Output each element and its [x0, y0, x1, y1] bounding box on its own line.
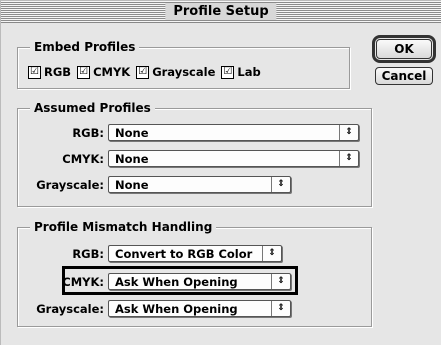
mismatch-rgb-label: RGB:: [72, 246, 104, 261]
popup-arrows-icon: ⇕: [271, 177, 290, 192]
popup-arrows-icon: ⇕: [271, 301, 290, 316]
mismatch-grayscale-row: Grayscale: Ask When Opening ⇕: [24, 300, 291, 317]
checkbox-checked-icon: ☑: [77, 65, 91, 79]
embed-lab-checkbox[interactable]: ☑ Lab: [221, 65, 261, 79]
embed-cmyk-checkbox[interactable]: ☑ CMYK: [77, 65, 130, 79]
profile-setup-dialog: Profile Setup Embed Profiles ☑ RGB ☑ CMYK …: [0, 0, 441, 345]
embed-profiles-group: Embed Profiles ☑ RGB ☑ CMYK ☑ Grayscale ☑ La…: [17, 39, 350, 89]
assumed-rgb-label: RGB:: [72, 125, 104, 140]
assumed-profiles-group: Assumed Profiles RGB: None ⇕ CMYK: None …: [17, 100, 372, 207]
assumed-cmyk-popup[interactable]: None ⇕: [108, 150, 359, 167]
checkbox-checked-icon: ☑: [136, 65, 150, 79]
assumed-grayscale-row: Grayscale: None ⇕: [24, 176, 291, 193]
mismatch-grayscale-popup[interactable]: Ask When Opening ⇕: [108, 300, 291, 317]
mismatch-rgb-row: RGB: Convert to RGB Color ⇕: [24, 245, 282, 262]
popup-arrows-icon: ⇕: [339, 125, 358, 140]
mismatch-handling-label: Profile Mismatch Handling: [30, 219, 217, 235]
assumed-grayscale-popup[interactable]: None ⇕: [108, 176, 291, 193]
assumed-grayscale-label: Grayscale:: [36, 177, 104, 192]
assumed-cmyk-row: CMYK: None ⇕: [24, 150, 359, 167]
mismatch-grayscale-label: Grayscale:: [36, 301, 104, 316]
title-bar[interactable]: Profile Setup: [1, 1, 441, 23]
ok-button[interactable]: OK: [372, 35, 436, 63]
mismatch-rgb-popup[interactable]: Convert to RGB Color ⇕: [108, 245, 282, 262]
assumed-rgb-popup[interactable]: None ⇕: [108, 124, 359, 141]
highlight-callout-box: [62, 266, 298, 295]
assumed-profiles-label: Assumed Profiles: [30, 100, 155, 116]
cancel-button[interactable]: Cancel: [375, 67, 433, 85]
checkbox-checked-icon: ☑: [221, 65, 235, 79]
assumed-rgb-row: RGB: None ⇕: [24, 124, 359, 141]
checkbox-checked-icon: ☑: [28, 65, 41, 79]
embed-grayscale-checkbox[interactable]: ☑ Grayscale: [136, 65, 215, 79]
popup-arrows-icon: ⇕: [339, 151, 358, 166]
window-title: Profile Setup: [165, 3, 277, 20]
embed-profiles-label: Embed Profiles: [30, 39, 140, 55]
assumed-cmyk-label: CMYK:: [62, 151, 104, 166]
embed-rgb-checkbox[interactable]: ☑ RGB: [28, 65, 71, 79]
embed-checkbox-row: ☑ RGB ☑ CMYK ☑ Grayscale ☑ Lab: [28, 65, 267, 79]
popup-arrows-icon: ⇕: [262, 246, 281, 261]
